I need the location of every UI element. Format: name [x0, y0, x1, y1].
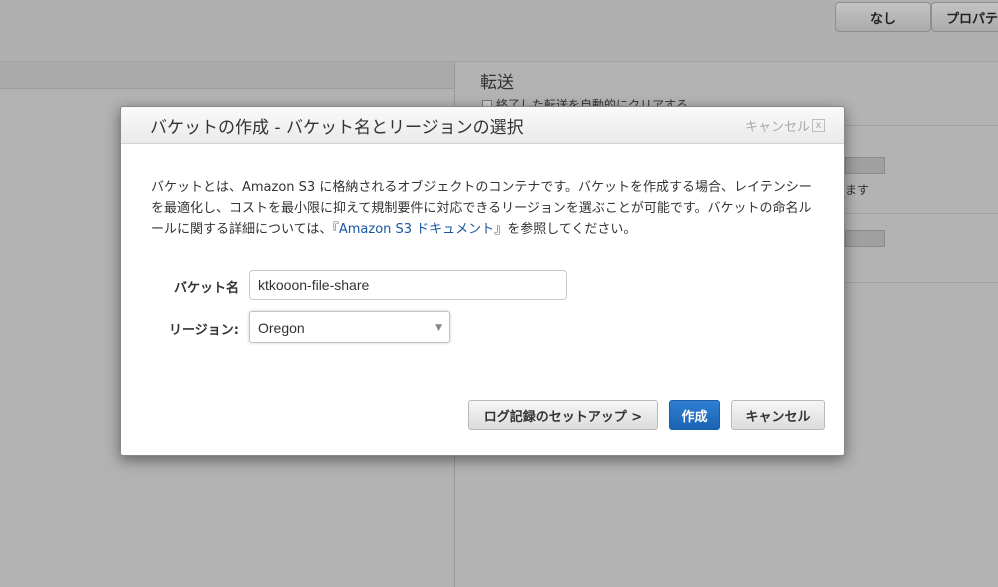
dialog-title: バケットの作成 - バケット名とリージョンの選択: [150, 118, 524, 138]
s3-documentation-link[interactable]: Amazon S3 ドキュメント: [339, 222, 494, 237]
dialog-header: バケットの作成 - バケット名とリージョンの選択 キャンセル x: [121, 107, 844, 144]
bucket-name-label: バケット名: [173, 281, 239, 296]
dialog-description: バケットとは、Amazon S3 に格納されるオブジェクトのコンテナです。バケッ…: [151, 177, 821, 240]
tab-none[interactable]: なし: [835, 2, 931, 32]
region-select[interactable]: Oregon ▼: [249, 311, 450, 343]
transfer-title: 転送: [480, 73, 514, 93]
create-button[interactable]: 作成: [669, 400, 720, 430]
truncated-text: ます: [845, 183, 870, 197]
progress-bar: [845, 157, 885, 174]
bucket-list-header: [0, 62, 454, 89]
tab-properties[interactable]: プロパティ: [931, 2, 998, 32]
header-cancel-link[interactable]: キャンセル: [745, 116, 810, 135]
progress-bar: [845, 230, 885, 247]
region-label: リージョン:: [169, 323, 239, 338]
close-icon[interactable]: x: [812, 119, 825, 132]
cancel-button[interactable]: キャンセル: [731, 400, 825, 430]
bucket-name-input[interactable]: [249, 270, 567, 300]
create-bucket-dialog: バケットの作成 - バケット名とリージョンの選択 キャンセル x バケットとは、…: [120, 106, 845, 456]
background-toolbar: なし プロパティ: [0, 0, 998, 62]
region-selected-value: Oregon: [258, 320, 305, 336]
description-text-end: 』を参照してください。: [494, 222, 637, 237]
chevron-down-icon: ▼: [435, 323, 442, 333]
logging-setup-button[interactable]: ログ記録のセットアップ >: [468, 400, 658, 430]
